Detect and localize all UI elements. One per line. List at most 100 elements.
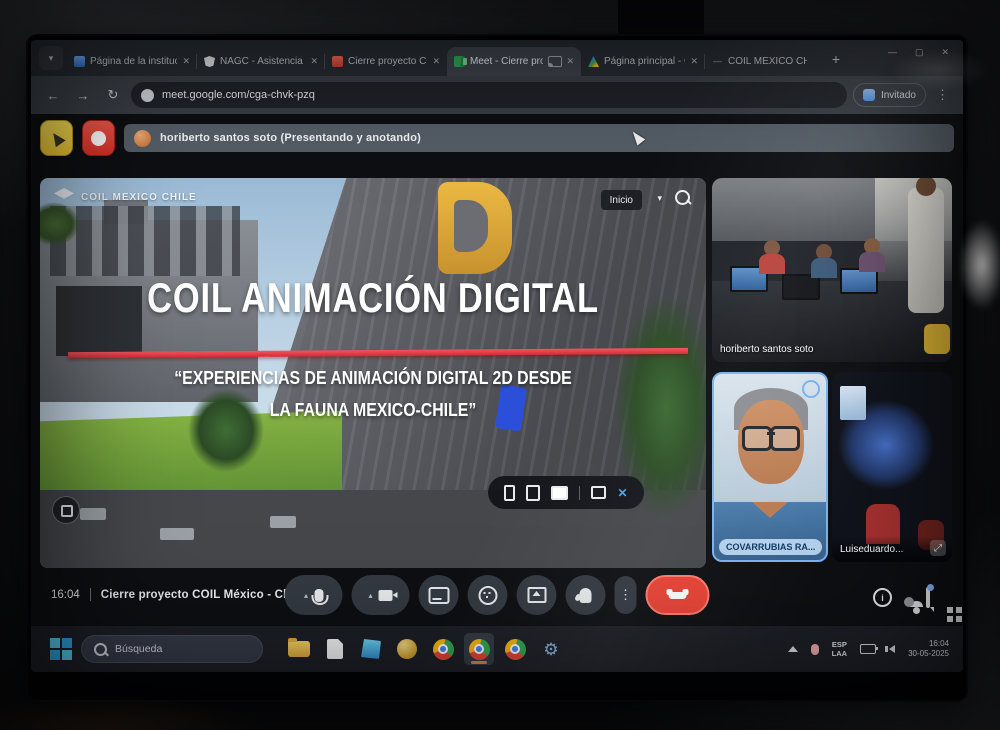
chrome-button-active[interactable] — [464, 633, 494, 665]
mic-button[interactable]: ▴ — [285, 575, 343, 615]
battery-icon[interactable] — [860, 644, 876, 654]
more-options-button[interactable]: ⋮ — [615, 576, 637, 614]
reactions-button[interactable] — [468, 575, 508, 615]
participant-tile-speaker[interactable]: COVARRUBIAS RA... — [712, 372, 828, 562]
camera-button[interactable]: ▴ — [352, 575, 410, 615]
student-body — [759, 254, 785, 274]
taskbar-search[interactable]: Búsqueda — [81, 635, 263, 663]
new-tab-button[interactable]: + — [825, 48, 847, 70]
tab-label: Meet - Cierre proyec... — [470, 56, 543, 67]
slide-paver — [270, 516, 296, 528]
end-call-button[interactable] — [646, 575, 710, 615]
call-controls: ▴ ▴ ⋮ — [285, 575, 710, 615]
forward-icon: → — [77, 88, 90, 103]
captions-button[interactable] — [419, 575, 459, 615]
chat-notification-dot — [927, 584, 934, 591]
present-screen-icon — [527, 587, 546, 603]
chrome-icon — [433, 639, 454, 660]
desk-shadow — [0, 688, 340, 730]
lang-top: ESP — [832, 640, 847, 649]
gold-app-button[interactable] — [392, 633, 422, 665]
participant-tile-right[interactable]: Luiseduardo... ⤢ — [832, 372, 952, 562]
start-button[interactable] — [49, 637, 73, 661]
file-explorer-button[interactable] — [284, 633, 314, 665]
raise-hand-button[interactable] — [566, 575, 606, 615]
gold-app-icon — [397, 639, 417, 659]
presenting-banner: horiberto santos soto (Presentando y ano… — [124, 124, 954, 152]
site-info-icon[interactable] — [141, 89, 154, 102]
avatar — [134, 130, 151, 147]
participant-tile-top[interactable]: horiberto santos soto — [712, 178, 952, 362]
standing-person — [908, 188, 944, 313]
student-body — [811, 258, 837, 278]
divider — [90, 588, 91, 601]
settings-button[interactable]: ⚙ — [536, 633, 566, 665]
expand-icon[interactable]: ⤢ — [930, 540, 946, 556]
close-icon[interactable]: ✕ — [690, 56, 698, 67]
slide-device-toolbar: ✕ — [488, 476, 644, 509]
reload-button[interactable]: ↻ — [101, 83, 125, 107]
mic-icon — [314, 589, 323, 602]
cursor-icon — [48, 129, 65, 147]
tab-search-button[interactable]: ▾ — [39, 46, 63, 70]
slide-subtitle-line2: LA FAUNA MEXICO-CHILE” — [80, 400, 666, 421]
close-icon[interactable]: ✕ — [432, 56, 440, 67]
system-tray: ESP LAA 16:04 30-05-2025 — [788, 639, 953, 660]
browser-tab-strip: ▾ Página de la institución ✕ NAGC - Asis… — [31, 40, 963, 76]
tab-pagina-principal[interactable]: Página principal - Googl... ✕ — [581, 47, 705, 76]
folder-icon — [288, 641, 310, 657]
annotation-cursor-button[interactable] — [40, 120, 73, 156]
chevron-up-icon[interactable]: ▴ — [368, 591, 372, 600]
chevron-down-icon: ▾ — [657, 193, 662, 204]
tab-cierre-proyecto[interactable]: Cierre proyecto COIL Mé... ✕ — [325, 47, 447, 76]
tab-nagc[interactable]: NAGC - Asistencia y Gest... ✕ — [197, 47, 325, 76]
yellow-bag — [924, 324, 950, 354]
tab-label: Página principal - Googl... — [604, 56, 685, 67]
photo-backdrop: ▾ Página de la institución ✕ NAGC - Asis… — [0, 0, 1000, 730]
back-button[interactable]: ← — [41, 83, 65, 107]
dash-icon: — — [712, 56, 723, 67]
slide-title: COIL ANIMACIÓN DIGITAL — [100, 274, 646, 322]
tab-meet-active[interactable]: Meet - Cierre proyec... ✕ — [447, 47, 581, 76]
close-icon[interactable]: ✕ — [566, 56, 574, 67]
close-icon[interactable]: ✕ — [310, 56, 318, 67]
annotation-record-button[interactable] — [82, 120, 115, 156]
document-app-button[interactable] — [320, 633, 350, 665]
slide-paver — [160, 528, 194, 540]
hidden-icons-chevron[interactable] — [788, 646, 798, 652]
phone-icon — [504, 485, 515, 501]
site-blue-icon — [74, 56, 85, 67]
kebab-menu-icon: ⋮ — [619, 587, 632, 603]
slide-corner-button — [52, 496, 80, 524]
smiley-icon — [478, 586, 497, 605]
chrome-icon — [505, 639, 526, 660]
mic-in-use-icon[interactable] — [811, 644, 819, 655]
chevron-up-icon[interactable]: ▴ — [304, 591, 308, 600]
tab-coil-mexico-chile[interactable]: — COIL MEXICO CHILE — [705, 47, 819, 76]
present-button[interactable] — [517, 575, 557, 615]
tab-institucion[interactable]: Página de la institución ✕ — [67, 47, 197, 76]
tablet-icon — [526, 485, 540, 501]
meeting-details-button[interactable]: i — [873, 588, 892, 607]
chrome-button-2[interactable] — [500, 633, 530, 665]
chrome-button-1[interactable] — [428, 633, 458, 665]
taskbar-clock[interactable]: 16:04 30-05-2025 — [908, 639, 949, 660]
teal-app-button[interactable] — [356, 633, 386, 665]
forward-button[interactable]: → — [71, 83, 95, 107]
slide-paver — [80, 508, 106, 520]
lang-bottom: LAA — [832, 649, 847, 658]
desktop-icon — [551, 486, 568, 500]
keyboard-language[interactable]: ESP LAA — [832, 640, 847, 659]
speaker-icon[interactable] — [889, 645, 895, 653]
tab-label: Cierre proyecto COIL Mé... — [348, 56, 427, 67]
drive-icon — [588, 56, 599, 67]
glasses — [742, 426, 800, 446]
close-icon[interactable]: ✕ — [182, 56, 190, 67]
student-body — [859, 252, 885, 272]
tab-label: NAGC - Asistencia y Gest... — [220, 56, 305, 67]
inicio-label: Inicio — [610, 195, 633, 206]
chat-button[interactable] — [926, 589, 930, 607]
address-bar[interactable]: meet.google.com/cga-chvk-pzq — [131, 82, 847, 108]
cast-icon — [548, 56, 562, 67]
participant-name: horiberto santos soto — [720, 344, 813, 355]
